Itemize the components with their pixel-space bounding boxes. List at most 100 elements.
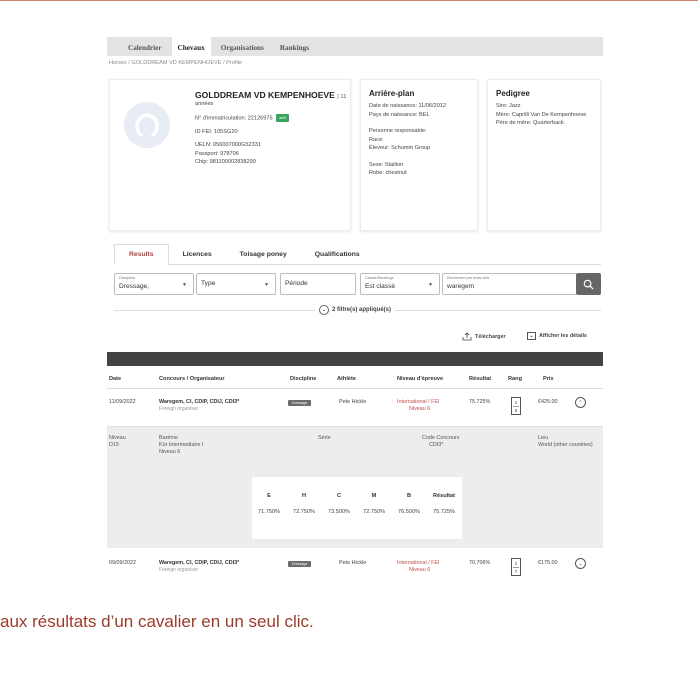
row-result: 75.725% [469,399,491,405]
type-select[interactable]: Type ▼ [196,273,276,295]
discipline-label: Discipline [119,276,136,280]
ranked-select[interactable]: Classé/Rankings Est classé ▼ [360,273,440,295]
checkbox-icon: ⌄ [527,332,536,340]
detail-lieu-label: Lieu [538,435,549,441]
ueln: UELN: 056007000G52331 [195,142,261,149]
applied-filters-toggle[interactable]: ⌄ 2 filtre(s) appliqué(s) [315,305,396,315]
rank-box: 2 7 [511,558,521,576]
background-card: Arrière-plan Date de naissance: 11/06/20… [360,79,478,231]
tab-licences[interactable]: Licences [169,244,226,265]
fei-id: ID FEI: 105SG20 [195,128,238,135]
score-col-c: C 73.500% [327,493,351,515]
pedigree-card: Pedigree Sire: Jazz Mère: Caprilli Van D… [487,79,601,231]
score-col-result: Résultat 75.725% [432,493,456,515]
detail-code-value: CDI3* [429,442,444,448]
row-level: International / FEI [397,560,440,566]
profile-cards: GOLDDREAM VD KEMPENHOEVE | 11 années N° … [107,79,603,231]
row-result: 70.706% [469,560,491,566]
applied-filters: ⌄ 2 filtre(s) appliqué(s) [114,304,601,316]
search-button[interactable] [576,273,601,295]
row-prize: €425.00 [538,399,558,405]
col-prize: Prix [543,376,554,382]
row-athlete[interactable]: Pete Hickle [339,399,366,406]
row-level-sub: Niveau 6 [409,406,431,412]
score-col-h: H 72.750% [292,493,316,515]
discipline-select[interactable]: Discipline Dressage, ▼ [114,273,194,295]
results-table-header: Date Concours / Organisateur Discipline … [107,373,603,389]
ranked-label: Classé/Rankings [365,276,394,280]
score-col-b: B 76.500% [397,493,421,515]
rank-position: 2 [514,399,518,405]
tab-qualifications[interactable]: Qualifications [301,244,374,265]
row-event[interactable]: Waregem, CI, CDIP, CDIJ, CDI3* [159,560,239,567]
horse-card: GOLDDREAM VD KEMPENHOEVE | 11 années N° … [109,79,351,231]
top-divider [0,0,698,1]
score-table: E 71.750% H 72.750% C 73.500% M 72.750% B 76.… [252,477,462,539]
row-organiser: Foreign organiser [159,406,199,412]
nav-rankings[interactable]: Rankings [274,37,315,56]
chevron-down-icon: ▼ [264,282,269,288]
row-detail-panel: Niveau D15 Barème Kür Intermediaire I Ni… [107,427,603,548]
ranked-value: Est classé [365,283,396,290]
col-result: Résultat [469,376,492,382]
download-label: Télécharger [475,333,506,340]
row-level: International / FEI [397,399,440,405]
birth-country: Pays de naissance: BEL [369,111,430,118]
rank-position: 2 [514,560,518,566]
rank-total: 8 [514,407,518,413]
chevron-up-icon[interactable]: ⌃ [575,397,586,408]
chevron-down-icon: ▼ [428,282,433,288]
row-date: 09/09/2022 [109,560,136,566]
col-event: Concours / Organisateur [159,376,225,382]
col-athlete: Athlète [337,376,356,382]
search-label: Recherche par mots-clés [447,276,490,280]
detail-code-label: Code Concours [422,435,460,441]
filter-bar: Discipline Dressage, ▼ Type ▼ Période Cl… [114,273,601,297]
pedigree-title: Pedigree [496,89,530,98]
passport: Passport: 978706 [195,150,239,157]
tab-results[interactable]: Results [114,244,169,265]
type-value: Type [201,280,216,287]
detail-niveau-label: Niveau [109,435,126,441]
search-input[interactable]: Recherche par mots-clés waregem [442,273,576,295]
app-window: Calendrier Chevaux Organisations Ranking… [107,37,603,582]
applied-filters-label: 2 filtre(s) appliqué(s) [332,307,392,313]
sire: Sire: Jazz [496,103,521,109]
caption-tagline: aux résultats d’un cavalier en un seul c… [0,612,314,631]
nav-chevaux[interactable]: Chevaux [171,37,211,56]
chevron-down-icon[interactable]: ⌄ [575,558,586,569]
row-organiser: Foreign organiser [159,567,199,573]
discipline-badge: Dressage [288,561,312,567]
chevron-down-icon: ▼ [182,282,187,288]
score-col-m: M 72.750% [362,493,386,515]
show-details-toggle[interactable]: ⌄ Afficher les détails [527,332,587,340]
status-badge: actif [276,113,290,122]
row-level-sub: Niveau 6 [409,567,431,573]
table-row[interactable]: 09/09/2022 Waregem, CI, CDIP, CDIJ, CDI3… [107,550,603,582]
horse-age: | 11 [337,94,347,100]
rank-box: 2 8 [511,397,521,415]
chevron-down-icon: ⌄ [319,305,329,315]
table-toolbar [107,352,603,366]
col-level: Niveau d'épreuve [397,376,444,382]
sex: Sexe: Stallion [369,161,404,168]
show-details-label: Afficher les détails [539,333,587,339]
row-prize: €175.00 [538,560,558,566]
period-field[interactable]: Période [280,273,356,295]
period-value: Période [285,280,308,287]
table-row[interactable]: 11/09/2022 Waregem, CI, CDIP, CDIJ, CDI3… [107,389,603,427]
chip: Chip: 981100002838299 [195,159,256,166]
nav-organisations[interactable]: Organisations [215,37,270,56]
detail-bareme-value: Kür Intermediaire I [159,442,204,448]
tab-toisage-poney[interactable]: Toisage poney [226,244,301,265]
row-event[interactable]: Waregem, CI, CDIP, CDIJ, CDI3* [159,399,239,406]
breeder: Éleveur: Schumm Group [369,145,431,151]
search-value: waregem [447,283,475,290]
breadcrumb: Horses / GOLDDREAM VD KEMPENHOEVE / Prof… [109,60,243,66]
breed: Race: [369,136,384,143]
nav-calendrier[interactable]: Calendrier [122,37,168,56]
download-button[interactable]: Télécharger [462,332,506,341]
row-athlete[interactable]: Pete Hickle [339,560,366,567]
col-rank: Rang [508,376,522,382]
background-title: Arrière-plan [369,89,415,98]
